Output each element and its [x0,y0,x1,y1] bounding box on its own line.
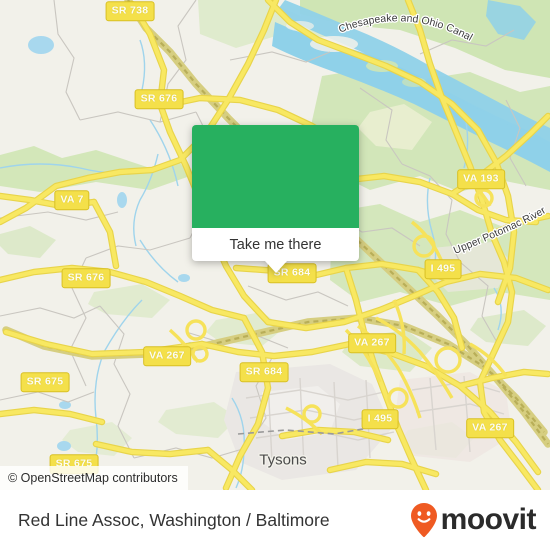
road-shield-i-495[interactable]: I 495 [424,259,462,279]
map-screen: Chesapeake and Ohio Canal Upper Potomac … [0,0,550,550]
place-label-tysons: Tysons [259,451,307,469]
road-shield-va-267-2[interactable]: VA 267 [143,346,191,366]
location-title: Red Line Assoc, Washington / Baltimore [18,509,330,530]
moovit-pin-icon [410,503,437,538]
road-shield-sr-684-2[interactable]: SR 684 [239,362,289,382]
footer-bar: Red Line Assoc, Washington / Baltimore m… [0,490,550,550]
road-shield-va-193[interactable]: VA 193 [457,169,505,189]
take-me-there-button[interactable]: Take me there [192,228,359,261]
popup-pointer [264,261,287,273]
moovit-logo[interactable]: moovit [409,502,537,538]
map-popup[interactable]: Take me there [192,125,359,273]
road-shield-sr-676[interactable]: SR 676 [134,89,184,109]
road-shield-sr-676-2[interactable]: SR 676 [61,268,111,288]
map-canvas[interactable]: Chesapeake and Ohio Canal Upper Potomac … [0,0,550,490]
road-shield-va-267-3[interactable]: VA 267 [466,418,514,438]
road-shield-i-495-2[interactable]: I 495 [361,409,399,429]
road-shield-sr-738[interactable]: SR 738 [105,1,155,21]
popup-image-placeholder [192,125,359,228]
take-me-there-label: Take me there [229,236,322,253]
road-shield-va-7[interactable]: VA 7 [54,190,90,210]
road-shield-va-267[interactable]: VA 267 [348,333,396,353]
road-shield-sr-675[interactable]: SR 675 [20,372,70,392]
moovit-wordmark: moovit [440,503,537,536]
osm-attribution-text: © OpenStreetMap contributors [8,471,178,485]
osm-attribution[interactable]: © OpenStreetMap contributors [0,466,188,490]
